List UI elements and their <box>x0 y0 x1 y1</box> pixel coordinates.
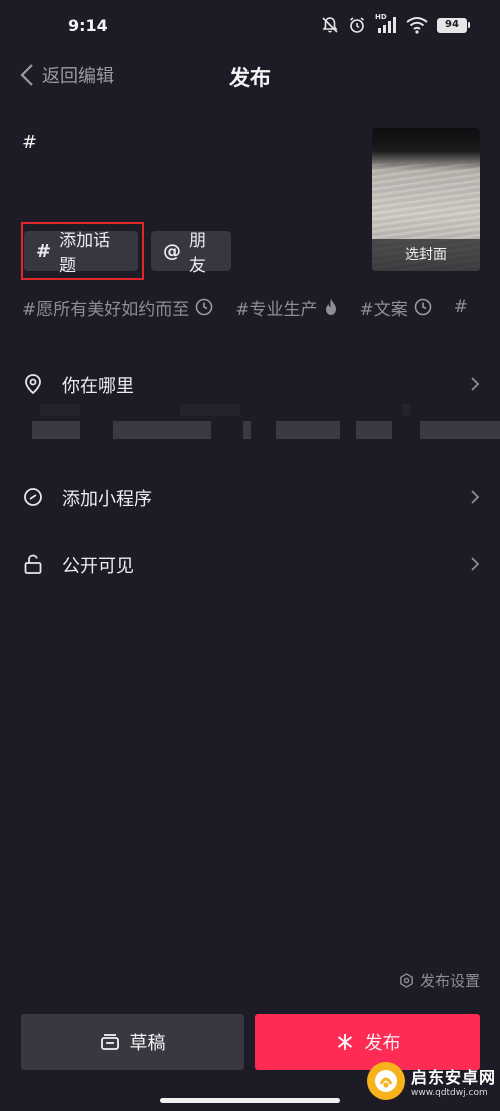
cover-selector[interactable]: 选封面 <box>372 128 480 271</box>
topic-suggestion[interactable]: #文案 <box>360 295 432 320</box>
topic-text: #专业生产 <box>235 299 318 320</box>
home-indicator <box>160 1098 340 1103</box>
unlock-icon <box>24 554 42 574</box>
mini-program-row[interactable]: 添加小程序 <box>0 476 500 516</box>
clock-icon <box>195 298 213 316</box>
draft-icon <box>100 1034 119 1050</box>
status-time: 9:14 <box>68 16 108 35</box>
status-icons: HD 94 <box>321 13 470 34</box>
watermark: 启东安卓网 www.qdtdwj.com <box>366 1062 496 1100</box>
at-icon: @ <box>163 240 181 262</box>
settings-icon <box>400 973 413 988</box>
mention-friend-button[interactable]: @ 朋友 <box>151 231 231 276</box>
signal-icon: HD <box>375 13 397 34</box>
chevron-right-icon <box>471 490 480 504</box>
status-bar: 9:14 HD 94 <box>0 0 500 54</box>
topic-suggestion[interactable]: # <box>454 297 468 317</box>
publish-settings-link[interactable]: 发布设置 <box>399 970 480 991</box>
topic-text: # <box>453 297 468 317</box>
battery-level: 94 <box>437 17 467 33</box>
publish-settings-label: 发布设置 <box>419 972 480 990</box>
chevron-right-icon <box>471 557 480 571</box>
link-icon <box>24 488 42 506</box>
watermark-url: www.qdtdwj.com <box>410 1088 488 1098</box>
back-button[interactable]: 返回编辑 <box>20 62 114 88</box>
cover-label: 选封面 <box>372 239 480 271</box>
watermark-logo <box>366 1062 405 1100</box>
wifi-icon <box>406 17 428 34</box>
topic-suggestion[interactable]: #专业生产 <box>235 295 337 320</box>
sparkle-icon <box>337 1034 352 1050</box>
location-label: 你在哪里 <box>62 376 134 397</box>
topic-text: #文案 <box>359 299 408 320</box>
clock-icon <box>414 298 432 316</box>
alarm-icon <box>350 17 364 33</box>
back-label: 返回编辑 <box>42 66 114 87</box>
topic-suggestion[interactable]: #愿所有美好如约而至 <box>22 295 213 320</box>
caption-input[interactable]: # <box>22 132 37 153</box>
fire-icon <box>325 299 336 315</box>
mute-icon <box>322 17 338 33</box>
nav-bar: 发布 返回编辑 <box>0 54 500 98</box>
location-pin-icon <box>25 374 41 395</box>
visibility-row[interactable]: 公开可见 <box>0 543 500 583</box>
draft-label: 草稿 <box>129 1033 166 1054</box>
location-row[interactable]: 你在哪里 <box>0 363 500 403</box>
suggested-topics: #愿所有美好如约而至 #专业生产 #文案 # <box>22 294 500 320</box>
mention-friend-label: 朋友 <box>189 231 206 276</box>
topic-text: #愿所有美好如约而至 <box>22 299 190 320</box>
publish-label: 发布 <box>364 1033 401 1054</box>
save-draft-button[interactable]: 草稿 <box>21 1014 244 1070</box>
chevron-right-icon <box>471 377 480 391</box>
battery-icon: 94 <box>437 17 470 33</box>
highlight-annotation <box>21 222 144 280</box>
watermark-name: 启东安卓网 <box>410 1068 496 1087</box>
chevron-left-icon <box>20 64 33 86</box>
mini-program-label: 添加小程序 <box>62 489 152 510</box>
visibility-label: 公开可见 <box>62 556 134 577</box>
